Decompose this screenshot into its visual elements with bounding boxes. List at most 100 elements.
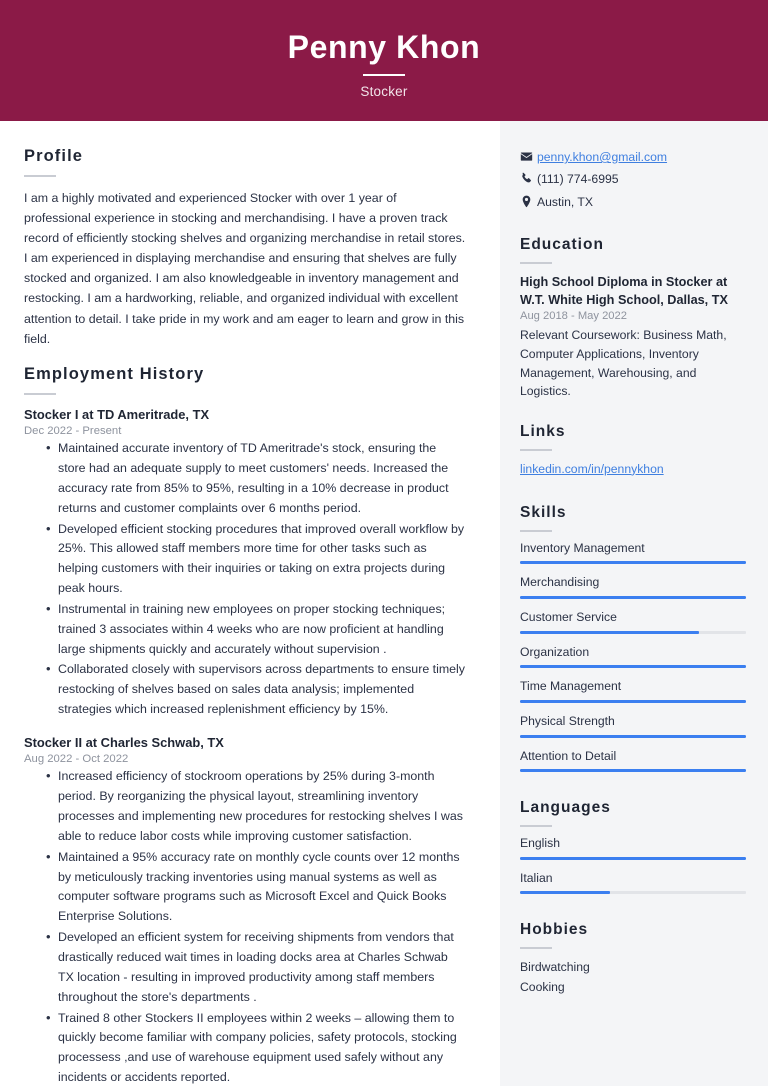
skill-item: Merchandising bbox=[520, 575, 746, 599]
skill-item-bar-fill bbox=[520, 630, 699, 634]
links-heading: Links bbox=[520, 422, 566, 440]
education-description: Relevant Coursework: Business Math, Comp… bbox=[520, 328, 727, 399]
skill-item-bar-track bbox=[520, 630, 746, 634]
link-item[interactable]: linkedin.com/in/pennykhon bbox=[520, 460, 746, 478]
skill-item-label: Customer Service bbox=[520, 609, 617, 624]
profile-text: I am a highly motivated and experienced … bbox=[24, 191, 466, 346]
skill-item-label: Inventory Management bbox=[520, 540, 645, 555]
language-item-bar-fill bbox=[520, 856, 746, 860]
envelope-icon bbox=[520, 150, 537, 163]
skill-item-bar-track bbox=[520, 734, 746, 738]
employment-heading-rule bbox=[24, 392, 56, 395]
job-bullet: Maintained a 95% accuracy rate on monthl… bbox=[46, 847, 466, 927]
job-bullet: Increased efficiency of stockroom operat… bbox=[46, 766, 466, 846]
header-divider bbox=[363, 74, 405, 77]
sidebar-column: penny.khon@gmail.com (111) 774-6995 Austin… bbox=[500, 121, 768, 1086]
language-item-label: Italian bbox=[520, 870, 553, 885]
skill-item: Inventory Management bbox=[520, 541, 746, 565]
job-bullet-list: Increased efficiency of stockroom operat… bbox=[24, 766, 466, 1088]
employment-list: Stocker I at TD Ameritrade, TX Dec 2022 -… bbox=[24, 406, 466, 1088]
skill-item: Physical Strength bbox=[520, 714, 746, 738]
skill-item-label: Physical Strength bbox=[520, 713, 615, 728]
job-bullet: Developed an efficient system for receiv… bbox=[46, 927, 466, 1007]
skill-item-bar-fill bbox=[520, 699, 746, 703]
hobby-item: Cooking bbox=[520, 980, 565, 995]
location-pin-icon bbox=[520, 195, 537, 208]
languages-list: English Italian bbox=[520, 836, 746, 895]
skill-item-bar-track bbox=[520, 665, 746, 669]
job-title: Stocker I at TD Ameritrade, TX bbox=[24, 406, 210, 422]
skill-item: Attention to Detail bbox=[520, 749, 746, 773]
language-item: English bbox=[520, 836, 746, 860]
skill-item-label: Merchandising bbox=[520, 575, 600, 590]
job-dates: Dec 2022 - Present bbox=[24, 425, 122, 438]
skill-item: Customer Service bbox=[520, 610, 746, 634]
main-column: Profile I am a highly motivated and expe… bbox=[0, 121, 500, 1086]
skill-item-label: Organization bbox=[520, 644, 590, 659]
education-degree: High School Diploma in Stocker at W.T. W… bbox=[520, 275, 728, 308]
job-title: Stocker II at Charles Schwab, TX bbox=[24, 734, 224, 750]
profile-section: Profile I am a highly motivated and expe… bbox=[24, 147, 466, 349]
hobbies-heading-rule bbox=[520, 947, 552, 950]
employment-section: Employment History Stocker I at TD Ameri… bbox=[24, 365, 466, 1088]
candidate-name: Penny Khon bbox=[287, 28, 481, 65]
skill-item-bar-fill bbox=[520, 769, 746, 773]
skill-item-bar-track bbox=[520, 699, 746, 703]
education-heading-rule bbox=[520, 262, 552, 265]
candidate-role: Stocker bbox=[360, 84, 408, 100]
languages-section: Languages English Italian bbox=[520, 799, 746, 895]
contact-value: Austin, TX bbox=[537, 194, 593, 209]
contact-email-link[interactable]: penny.khon@gmail.com bbox=[537, 149, 667, 165]
skill-item-bar-track bbox=[520, 561, 746, 565]
skill-item-label: Time Management bbox=[520, 679, 622, 694]
skill-item-bar-fill bbox=[520, 734, 746, 738]
skills-list: Inventory Management Merchandising Custome… bbox=[520, 541, 746, 773]
links-list: linkedin.com/in/pennykhon bbox=[520, 460, 746, 478]
language-item-bar-fill bbox=[520, 891, 611, 895]
resume-document: Penny Khon Stocker Profile I am a highly… bbox=[0, 0, 768, 1086]
skill-item: Time Management bbox=[520, 679, 746, 703]
hobbies-list: Birdwatching Cooking bbox=[520, 958, 746, 998]
language-item: Italian bbox=[520, 871, 746, 895]
profile-link[interactable]: linkedin.com/in/pennykhon bbox=[520, 462, 664, 476]
hobbies-heading: Hobbies bbox=[520, 921, 589, 939]
job-entry: Stocker II at Charles Schwab, TX Aug 2022… bbox=[24, 734, 466, 1088]
contact-row[interactable]: penny.khon@gmail.com bbox=[520, 149, 746, 165]
contact-value: (111) 774-6995 bbox=[537, 172, 619, 187]
skill-item-bar-track bbox=[520, 769, 746, 773]
languages-heading-rule bbox=[520, 825, 552, 828]
contact-section: penny.khon@gmail.com (111) 774-6995 Austin… bbox=[520, 149, 746, 210]
skills-heading-rule bbox=[520, 529, 552, 532]
language-item-label: English bbox=[520, 836, 560, 851]
skill-item-label: Attention to Detail bbox=[520, 748, 617, 763]
resume-body: Profile I am a highly motivated and expe… bbox=[0, 121, 768, 1086]
employment-heading: Employment History bbox=[24, 364, 205, 383]
profile-heading: Profile bbox=[24, 147, 84, 165]
job-bullet: Collaborated closely with supervisors ac… bbox=[46, 659, 466, 720]
hobby-item: Birdwatching bbox=[520, 960, 590, 975]
job-bullet: Trained 8 other Stockers II employees wi… bbox=[46, 1008, 466, 1088]
language-item-bar-track bbox=[520, 856, 746, 860]
job-dates: Aug 2022 - Oct 2022 bbox=[24, 753, 129, 766]
job-bullet: Instrumental in training new employees o… bbox=[46, 599, 466, 660]
job-bullet: Maintained accurate inventory of TD Amer… bbox=[46, 438, 466, 518]
profile-heading-rule bbox=[24, 175, 56, 177]
job-entry: Stocker I at TD Ameritrade, TX Dec 2022 -… bbox=[24, 406, 466, 720]
language-item-bar-track bbox=[520, 891, 746, 895]
links-section: Links linkedin.com/in/pennykhon bbox=[520, 423, 746, 478]
links-heading-rule bbox=[520, 448, 552, 451]
skill-item-bar-track bbox=[520, 595, 746, 599]
resume-header: Penny Khon Stocker bbox=[0, 0, 768, 121]
contact-row: (111) 774-6995 bbox=[520, 171, 746, 187]
job-bullet-list: Maintained accurate inventory of TD Amer… bbox=[24, 438, 466, 720]
education-list: High School Diploma in Stocker at W.T. W… bbox=[520, 273, 746, 400]
skill-item: Organization bbox=[520, 645, 746, 669]
skill-item-bar-fill bbox=[520, 595, 746, 599]
skills-heading: Skills bbox=[520, 503, 567, 521]
skills-section: Skills Inventory Management Merchandising… bbox=[520, 503, 746, 773]
skill-item-bar-fill bbox=[520, 665, 746, 669]
